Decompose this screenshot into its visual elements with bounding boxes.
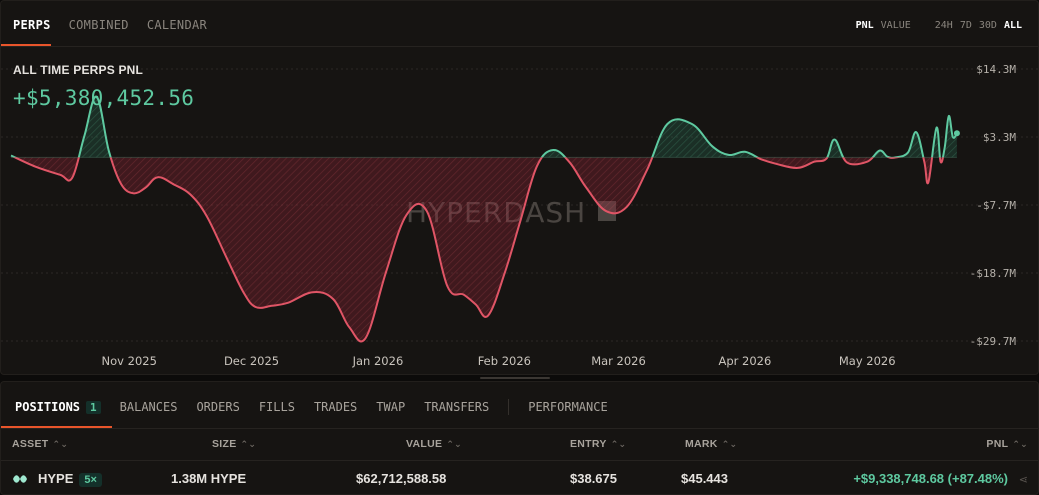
y-tick-label: $3.3M: [983, 131, 1016, 144]
toggle-value[interactable]: VALUE: [881, 20, 911, 31]
col-header-mark[interactable]: MARK ⌃⌄: [685, 438, 737, 450]
toggle-all[interactable]: ALL: [1004, 20, 1022, 31]
tab-combined[interactable]: COMBINED: [69, 18, 129, 32]
x-tick-label: Apr 2026: [718, 354, 771, 368]
size-cell: 1.38M HYPE: [171, 471, 247, 486]
table-header-divider: [1, 460, 1038, 461]
toggle-30d[interactable]: 30D: [979, 20, 997, 31]
col-value-label: VALUE: [406, 438, 443, 450]
toggle-pnl[interactable]: PNL: [856, 20, 874, 31]
sort-icon: ⌃⌄: [446, 439, 462, 449]
tab-positions[interactable]: POSITIONS 1: [15, 400, 101, 414]
tab-transfers[interactable]: TRANSFERS: [424, 400, 489, 414]
tab-perps[interactable]: PERPS: [13, 18, 51, 32]
y-axis-labels: $14.3M $3.3M -$7.7M -$18.7M -$29.7M: [970, 63, 1017, 348]
pnl-cell: +$9,338,748.68 (+87.48%): [853, 471, 1008, 486]
x-tick-label: Mar 2026: [591, 354, 646, 368]
top-tab-bar: PERPS COMBINED CALENDAR: [13, 18, 207, 32]
pnl-title: ALL TIME PERPS PNL: [13, 63, 144, 77]
bottom-tab-divider: [1, 428, 1038, 429]
tab-calendar[interactable]: CALENDAR: [147, 18, 207, 32]
toggle-7d[interactable]: 7D: [960, 20, 972, 31]
x-tick-label: Jan 2026: [352, 354, 404, 368]
pnl-total-value: +$5,380,452.56: [13, 86, 195, 110]
entry-cell: $38.675: [570, 471, 617, 486]
sort-icon: ⌃⌄: [610, 439, 627, 449]
bottom-tab-bar: POSITIONS 1 BALANCES ORDERS FILLS TRADES …: [15, 399, 608, 415]
leverage-badge: 5×: [79, 473, 102, 487]
tab-trades[interactable]: TRADES: [314, 400, 357, 414]
col-header-value[interactable]: VALUE ⌃⌄: [406, 438, 462, 450]
x-tick-label: Nov 2025: [102, 354, 157, 368]
toggle-24h[interactable]: 24H: [935, 20, 953, 31]
col-header-asset[interactable]: ASSET ⌃⌄: [12, 438, 68, 450]
x-tick-label: Dec 2025: [224, 354, 279, 368]
tab-fills[interactable]: FILLS: [259, 400, 295, 414]
pnl-area: [10, 95, 960, 343]
col-header-entry[interactable]: ENTRY ⌃⌄: [570, 438, 626, 450]
tab-performance[interactable]: PERFORMANCE: [528, 400, 607, 414]
tab-orders[interactable]: ORDERS: [196, 400, 239, 414]
asset-cell: HYPE 5×: [38, 471, 102, 487]
negative-area-fill: [15, 157, 943, 342]
share-icon[interactable]: ⋖: [1019, 473, 1028, 486]
x-tick-label: Feb 2026: [478, 354, 531, 368]
sort-icon: ⌃⌄: [1012, 439, 1028, 449]
pnl-chart-panel: PERPS COMBINED CALENDAR PNL VALUE 24H 7D…: [0, 0, 1039, 375]
hyperliquid-logo-icon: [13, 475, 27, 483]
col-pnl-label: PNL: [986, 438, 1009, 450]
mark-cell: $45.443: [681, 471, 728, 486]
col-asset-label: ASSET: [12, 438, 49, 450]
sort-icon: ⌃⌄: [52, 439, 69, 449]
positions-panel: POSITIONS 1 BALANCES ORDERS FILLS TRADES …: [0, 381, 1039, 495]
panel-resize-handle[interactable]: [480, 377, 550, 379]
sort-icon: ⌃⌄: [721, 439, 738, 449]
y-tick-label: $14.3M: [976, 63, 1016, 76]
x-tick-label: May 2026: [839, 354, 896, 368]
chart-toggles: PNL VALUE 24H 7D 30D ALL: [856, 20, 1022, 31]
sort-icon: ⌃⌄: [240, 439, 257, 449]
col-header-size[interactable]: SIZE ⌃⌄: [212, 438, 256, 450]
table-row[interactable]: HYPE 5× 1.38M HYPE $62,712,588.58 $38.675…: [1, 468, 1038, 490]
positions-count-badge: 1: [86, 401, 101, 414]
col-size-label: SIZE: [212, 438, 237, 450]
value-cell: $62,712,588.58: [356, 471, 447, 486]
x-axis-labels: Nov 2025 Dec 2025 Jan 2026 Feb 2026 Mar 2026…: [102, 354, 896, 368]
asset-name: HYPE: [38, 471, 74, 486]
col-entry-label: ENTRY: [570, 438, 607, 450]
y-tick-label: -$7.7M: [976, 199, 1016, 212]
y-tick-label: -$18.7M: [970, 267, 1017, 280]
current-point-marker: [953, 130, 960, 137]
col-mark-label: MARK: [685, 438, 718, 450]
y-tick-label: -$29.7M: [970, 335, 1017, 348]
tab-positions-label: POSITIONS: [15, 400, 81, 414]
tab-separator: [508, 399, 510, 415]
tab-balances[interactable]: BALANCES: [120, 400, 178, 414]
tab-twap[interactable]: TWAP: [376, 400, 405, 414]
col-header-pnl[interactable]: PNL ⌃⌄: [986, 438, 1028, 450]
